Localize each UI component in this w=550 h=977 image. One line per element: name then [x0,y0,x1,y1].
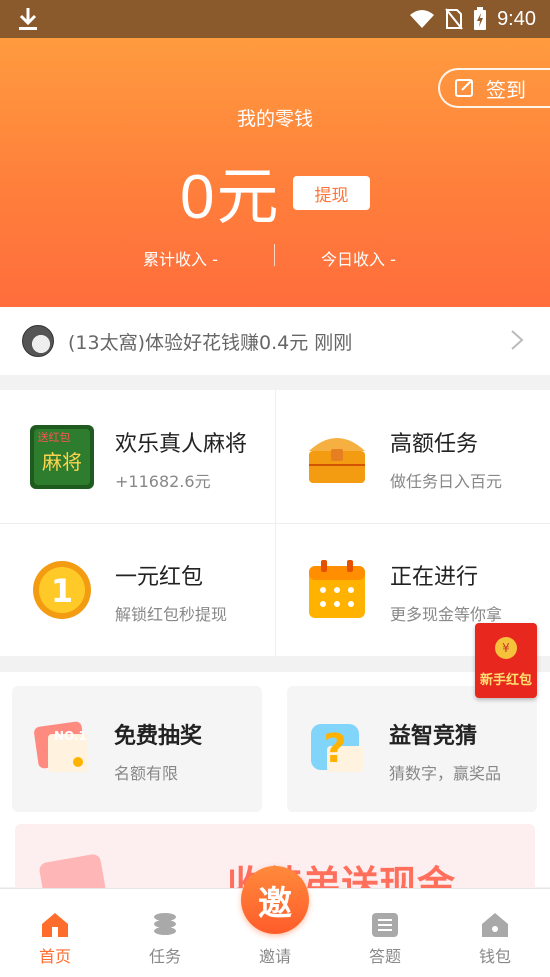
tab-home[interactable]: 首页 [0,889,110,977]
home-icon [42,913,68,937]
wallet-header: 签到 我的零钱 0元 提现 累计收入 - 今日收入 - [0,38,550,307]
total-income: 累计收入 - [143,250,218,269]
activity-ticker[interactable]: (13太窩)体验好花钱赚0.4元 刚刚 [0,307,550,375]
grid-item-title: 高额任务 [390,432,479,457]
newbie-red-packet-button[interactable]: ¥ 新手红包 [475,623,537,698]
tab-label: 首页 [38,947,71,966]
invite-icon[interactable]: 邀 [241,866,309,934]
download-icon [19,8,37,30]
grid-divider-horizontal [0,523,550,524]
svg-text:NO.1: NO.1 [54,729,87,743]
stat-divider [274,244,275,266]
one-coin-icon: 1 [33,561,91,619]
grid-item-subtitle: 更多现金等你拿 [390,605,503,624]
grid-item-title: 一元红包 [115,565,204,590]
calendar-icon [309,560,365,618]
activity-cards: NO.1 免费抽奖 名额有限 ? 益智竞猜 猜数字，赢奖品 收徒弟送现金 [0,672,550,894]
tab-label: 邀请 [258,947,291,966]
edit-icon [455,79,473,97]
svg-text:送红包: 送红包 [38,430,71,444]
balance-amount: 0元 [180,163,281,232]
feature-grid: 麻将 送红包 欢乐真人麻将 +11682.6元 高额任务 做任务日入百元 1 一… [0,390,550,656]
tab-label: 答题 [368,947,401,966]
card-title: 免费抽奖 [114,724,203,749]
mahjong-icon: 麻将 送红包 [30,425,94,489]
ticker-message: (13太窩)体验好花钱赚0.4元 刚刚 [68,331,353,354]
treasure-chest-icon [309,438,365,483]
yuan-coin-icon: ¥ [495,637,517,659]
coins-stack-icon [154,913,176,935]
grid-item-subtitle: +11682.6元 [115,472,211,491]
tab-tasks[interactable]: 任务 [110,889,220,977]
svg-text:1: 1 [51,572,73,610]
wifi-icon [410,10,435,28]
card-subtitle: 名额有限 [114,764,179,783]
quiz-icon [372,913,398,937]
tab-label: 钱包 [478,947,511,966]
withdraw-button[interactable]: 提现 [293,176,370,210]
lottery-ticket-icon: NO.1 [34,721,88,772]
card-quiz[interactable]: ? 益智竞猜 猜数字，赢奖品 [287,686,537,812]
tab-wallet[interactable]: 钱包 [440,889,550,977]
avatar [22,325,54,357]
grid-item-tasks[interactable]: 高额任务 做任务日入百元 [275,390,550,523]
svg-text:?: ? [323,726,346,772]
grid-item-red-packet[interactable]: 1 一元红包 解锁红包秒提现 [0,523,275,656]
card-subtitle: 猜数字，赢奖品 [389,764,502,783]
wallet-title: 我的零钱 [236,108,313,130]
card-lottery[interactable]: NO.1 免费抽奖 名额有限 [12,686,262,812]
chevron-right-icon [511,330,524,350]
tab-quiz[interactable]: 答题 [330,889,440,977]
newbie-label: 新手红包 [479,673,532,688]
today-income: 今日收入 - [321,250,396,269]
checkin-button[interactable]: 签到 [438,68,550,108]
grid-item-subtitle: 做任务日入百元 [390,472,503,491]
tab-label: 任务 [148,947,181,966]
card-title: 益智竞猜 [389,724,478,749]
grid-item-mahjong[interactable]: 麻将 送红包 欢乐真人麻将 +11682.6元 [0,390,275,523]
svg-text:麻将: 麻将 [42,450,82,474]
wallet-icon [482,913,508,937]
grid-item-title: 正在进行 [390,565,479,590]
grid-item-title: 欢乐真人麻将 [115,432,248,457]
no-sim-icon [445,8,463,30]
grid-item-subtitle: 解锁红包秒提现 [115,605,228,624]
question-mark-icon: ? [311,724,363,772]
battery-charging-icon [474,7,487,30]
clock: 9:40 [497,7,536,30]
status-bar: 9:40 [0,0,550,38]
checkin-label: 签到 [486,77,526,102]
